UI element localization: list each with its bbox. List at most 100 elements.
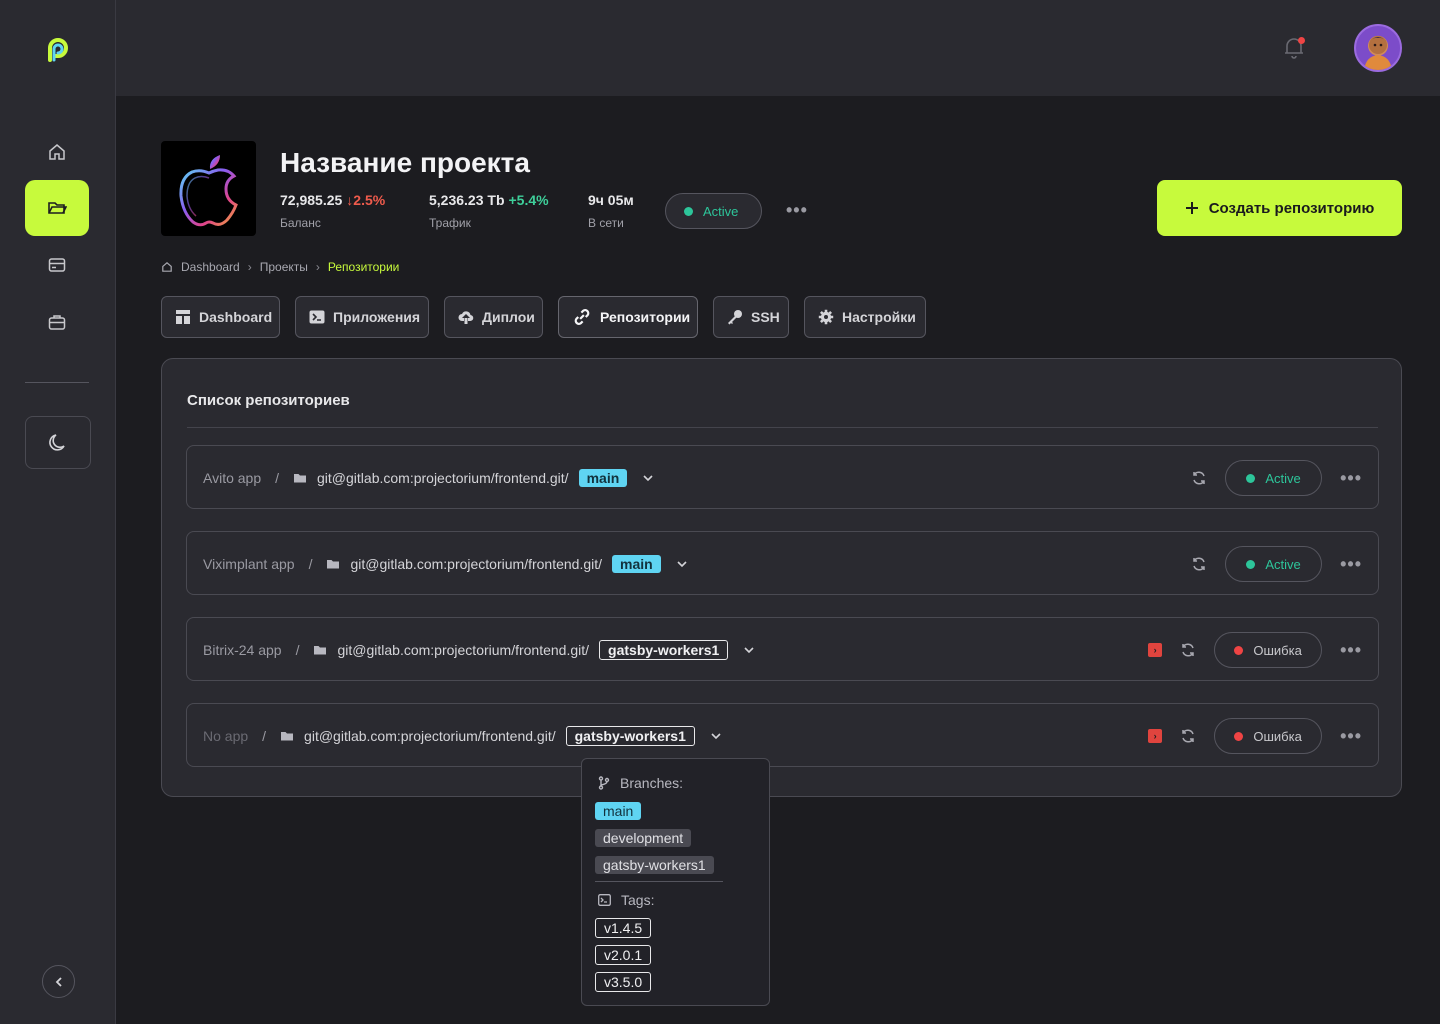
tags-header: Tags:: [598, 892, 654, 908]
key-icon: [728, 310, 742, 325]
tab-settings[interactable]: Настройки: [804, 296, 926, 338]
status-dot: [684, 206, 693, 216]
nav-home[interactable]: [25, 124, 89, 180]
tag-option[interactable]: v2.0.1: [595, 945, 652, 965]
tab-applications[interactable]: Приложения: [295, 296, 429, 338]
terminal-error-icon[interactable]: ›: [1148, 729, 1163, 743]
status-text: Active: [703, 203, 739, 219]
branch-badge[interactable]: gatsby-workers1: [599, 640, 729, 660]
refresh-icon[interactable]: [1180, 642, 1196, 658]
branch-badge[interactable]: main: [578, 469, 628, 487]
status-text: Ошибка: [1253, 728, 1302, 744]
tab-label: Репозитории: [600, 309, 691, 325]
balance-stat: 72,985.25 ↓2.5% Баланс: [280, 192, 385, 230]
create-repository-label: Создать репозиторию: [1208, 199, 1375, 217]
repository-url[interactable]: git@gitlab.com:projectorium/frontend.git…: [350, 556, 602, 572]
status-badge[interactable]: Ошибка: [1214, 632, 1323, 668]
row-more-icon[interactable]: •••: [1340, 554, 1362, 575]
folder-open-icon: [48, 202, 67, 214]
terminal-icon: [309, 310, 325, 324]
dropdown-divider: [595, 881, 723, 882]
tag-option[interactable]: v3.5.0: [595, 972, 652, 992]
status-badge[interactable]: Active: [1225, 546, 1323, 582]
breadcrumb-repositories: Репозитории: [327, 260, 400, 274]
card-icon: [48, 258, 66, 272]
branch-option[interactable]: development: [595, 829, 692, 847]
repository-url[interactable]: git@gitlab.com:projectorium/frontend.git…: [304, 728, 556, 744]
tab-label: Настройки: [842, 309, 916, 325]
home-icon: [49, 144, 65, 160]
nav-briefcase[interactable]: [25, 294, 89, 350]
project-logo: [161, 141, 256, 236]
chevron-down-icon[interactable]: [709, 729, 723, 743]
status-dot: [1246, 473, 1256, 483]
breadcrumb-projects[interactable]: Проекты: [260, 260, 308, 274]
tags-label: Tags:: [621, 892, 655, 908]
gear-icon: [818, 309, 834, 325]
chevron-down-icon[interactable]: [742, 643, 756, 657]
repository-row: Bitrix-24 app / git@gitlab.com:projector…: [186, 617, 1379, 681]
theme-toggle-button[interactable]: [25, 416, 91, 469]
traffic-stat: 5,236.23 Tb +5.4% Трафик: [429, 192, 549, 230]
branch-badge[interactable]: main: [612, 555, 661, 573]
tab-deploys[interactable]: Диплои: [444, 296, 543, 338]
separator: /: [295, 642, 300, 658]
breadcrumb: Dashboard › Проекты › Репозитории: [161, 260, 399, 274]
briefcase-icon: [48, 315, 66, 330]
row-more-icon[interactable]: •••: [1340, 640, 1362, 661]
avatar[interactable]: [1354, 24, 1402, 72]
folder-icon: [327, 560, 340, 569]
row-more-icon[interactable]: •••: [1340, 726, 1362, 747]
terminal-icon: [598, 894, 611, 906]
traffic-value: 5,236.23 Tb: [429, 192, 505, 208]
tab-ssh[interactable]: SSH: [713, 296, 789, 338]
create-repository-button[interactable]: Создать репозиторию: [1157, 180, 1402, 236]
repository-row: Avito app / git@gitlab.com:projectorium/…: [186, 445, 1379, 509]
balance-value: 72,985.25: [280, 192, 343, 208]
repository-row: No app / git@gitlab.com:projectorium/fro…: [186, 703, 1379, 767]
apple-logo-icon: [178, 154, 238, 226]
terminal-error-icon[interactable]: ›: [1148, 643, 1163, 657]
refresh-icon[interactable]: [1191, 470, 1207, 486]
collapse-sidebar-button[interactable]: [42, 965, 75, 998]
balance-delta: ↓2.5%: [346, 192, 386, 208]
status-dot: [1234, 645, 1244, 655]
repository-url[interactable]: git@gitlab.com:projectorium/frontend.git…: [317, 470, 569, 486]
app-name: Bitrix-24 app: [203, 642, 282, 658]
project-status-badge[interactable]: Active: [665, 193, 762, 229]
online-stat: 9ч 05м В сети: [588, 192, 634, 230]
status-text: Active: [1265, 470, 1301, 486]
refresh-icon[interactable]: [1180, 728, 1196, 744]
status-dot: [1246, 559, 1256, 569]
tab-dashboard[interactable]: Dashboard: [161, 296, 280, 338]
topbar: [116, 0, 1440, 96]
card-title: Список репозиториев: [187, 392, 350, 409]
balance-label: Баланс: [280, 216, 321, 230]
repository-url[interactable]: git@gitlab.com:projectorium/frontend.git…: [337, 642, 589, 658]
branch-option[interactable]: gatsby-workers1: [595, 856, 714, 874]
branch-badge[interactable]: gatsby-workers1: [565, 726, 695, 746]
separator: /: [308, 556, 313, 572]
nav-projects[interactable]: [25, 180, 89, 236]
chevron-down-icon[interactable]: [675, 557, 689, 571]
branch-option[interactable]: main: [595, 802, 642, 820]
breadcrumb-dashboard[interactable]: Dashboard: [181, 260, 240, 274]
app-name: Viximplant app: [203, 556, 295, 572]
logo[interactable]: [44, 36, 72, 64]
plus-icon: [1185, 202, 1198, 214]
nav-billing[interactable]: [25, 237, 89, 293]
row-more-icon[interactable]: •••: [1340, 468, 1362, 489]
avatar-image: [1364, 36, 1392, 70]
project-more-icon[interactable]: •••: [786, 200, 808, 221]
refresh-icon[interactable]: [1191, 556, 1207, 572]
online-label: В сети: [588, 216, 624, 230]
tag-option[interactable]: v1.4.5: [595, 918, 652, 938]
git-branch-icon: [598, 776, 610, 790]
cloud-upload-icon: [458, 311, 474, 324]
tab-repositories[interactable]: Репозитории: [558, 296, 698, 338]
tab-label: Dashboard: [199, 309, 273, 325]
status-badge[interactable]: Ошибка: [1214, 718, 1323, 754]
chevron-down-icon[interactable]: [641, 471, 655, 485]
status-badge[interactable]: Active: [1225, 460, 1323, 496]
card-divider: [187, 427, 1378, 428]
